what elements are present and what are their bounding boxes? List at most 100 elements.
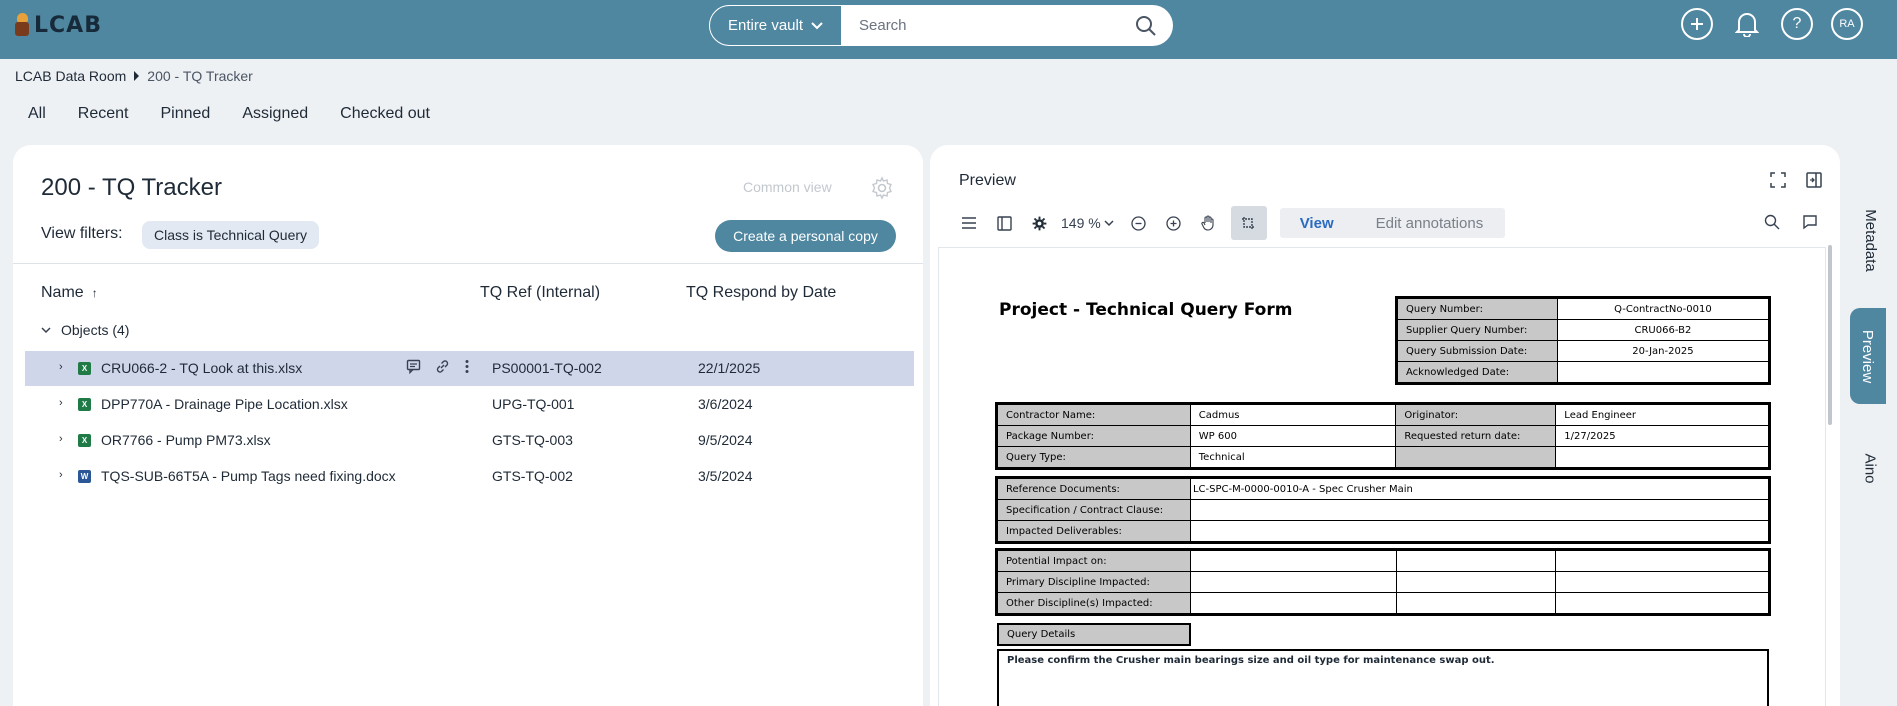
impacts-table: Potential Impact on: Primary Discipline … xyxy=(995,548,1771,616)
marquee-select-icon[interactable] xyxy=(1230,206,1267,240)
logo-text: LCAB xyxy=(34,12,102,38)
query-number-label: Query Number: xyxy=(1397,298,1558,320)
preview-toolbar: 149 % View Edit annotations xyxy=(956,206,1506,240)
file-name[interactable]: TQS-SUB-66T5A - Pump Tags need fixing.do… xyxy=(101,468,396,484)
chevron-down-icon xyxy=(41,326,51,333)
preview-scrollbar[interactable] xyxy=(1828,245,1832,425)
column-header-ref[interactable]: TQ Ref (Internal) xyxy=(480,284,600,302)
query-number-value: Q-ContractNo-0010 xyxy=(1556,298,1770,320)
tq-date: 22/1/2025 xyxy=(698,360,761,376)
tq-ref: PS00001-TQ-002 xyxy=(492,360,602,376)
divider xyxy=(13,263,923,264)
vault-scope-select[interactable]: Entire vault xyxy=(709,5,842,46)
chevron-right-icon[interactable]: › xyxy=(59,469,63,481)
zoom-in-icon[interactable] xyxy=(1161,210,1187,236)
create-personal-copy-button[interactable]: Create a personal copy xyxy=(715,220,896,252)
top-actions: ? RA xyxy=(1681,8,1897,40)
pop-out-icon[interactable] xyxy=(1806,172,1822,188)
table-row[interactable]: › X DPP770A - Drainage Pipe Location.xls… xyxy=(25,387,914,422)
more-options-icon[interactable] xyxy=(464,359,470,374)
top-bar: LCAB Entire vault Search ? RA xyxy=(0,0,1897,59)
chevron-right-icon[interactable]: › xyxy=(59,397,63,409)
avatar[interactable]: RA xyxy=(1831,8,1863,40)
file-name[interactable]: OR7766 - Pump PM73.xlsx xyxy=(101,432,271,448)
zoom-value: 149 % xyxy=(1061,215,1101,231)
bell-icon[interactable] xyxy=(1731,8,1763,40)
view-filters-label: View filters: xyxy=(41,225,123,242)
requested-return-date-value: 1/27/2025 xyxy=(1555,425,1769,447)
group-label: Objects (4) xyxy=(61,322,130,338)
form-title: Project - Technical Query Form xyxy=(999,300,1293,320)
tab-all[interactable]: All xyxy=(28,105,46,123)
contractor-name-label: Contractor Name: xyxy=(997,404,1191,426)
lcab-logo[interactable]: LCAB xyxy=(12,12,102,38)
potential-impact-label: Potential Impact on: xyxy=(997,550,1191,572)
table-row[interactable]: › X OR7766 - Pump PM73.xlsx GTS-TQ-003 9… xyxy=(25,423,914,458)
side-tab-preview[interactable]: Preview xyxy=(1850,308,1886,404)
zoom-select[interactable]: 149 % xyxy=(1061,215,1114,231)
primary-discipline-label: Primary Discipline Impacted: xyxy=(997,571,1191,593)
reference-documents-value: LC-SPC-M-0000-0010-A - Spec Crusher Main xyxy=(1189,478,1770,500)
tq-date: 9/5/2024 xyxy=(698,432,753,448)
document-preview[interactable]: Project - Technical Query Form Query Num… xyxy=(938,247,1826,706)
tab-recent[interactable]: Recent xyxy=(78,105,129,123)
tab-assigned[interactable]: Assigned xyxy=(242,105,308,123)
breadcrumb-current: 200 - TQ Tracker xyxy=(147,68,253,84)
gear-icon[interactable] xyxy=(870,176,894,200)
edit-annotations-button[interactable]: Edit annotations xyxy=(1354,208,1506,238)
menu-icon[interactable] xyxy=(956,210,982,236)
chevron-right-icon[interactable]: › xyxy=(59,433,63,445)
filter-chip[interactable]: Class is Technical Query xyxy=(142,221,320,249)
originator-label: Originator: xyxy=(1395,404,1557,426)
acknowledged-date-value xyxy=(1556,361,1770,383)
tab-checked-out[interactable]: Checked out xyxy=(340,105,430,123)
view-mode-button[interactable]: View xyxy=(1280,208,1354,238)
file-name[interactable]: DPP770A - Drainage Pipe Location.xlsx xyxy=(101,396,348,412)
search-placeholder: Search xyxy=(859,17,907,34)
column-header-date[interactable]: TQ Respond by Date xyxy=(686,284,836,302)
group-objects[interactable]: Objects (4) xyxy=(41,322,129,338)
query-type-label: Query Type: xyxy=(997,446,1191,468)
row-actions xyxy=(406,359,470,374)
tq-date: 3/6/2024 xyxy=(698,396,753,412)
side-tab-metadata-label: Metadata xyxy=(1861,208,1879,272)
table-row[interactable]: › W TQS-SUB-66T5A - Pump Tags need fixin… xyxy=(25,459,914,494)
search-icon[interactable] xyxy=(1764,214,1780,230)
chevron-down-icon xyxy=(1104,219,1114,226)
tab-pinned[interactable]: Pinned xyxy=(160,105,210,123)
file-name[interactable]: CRU066-2 - TQ Look at this.xlsx xyxy=(101,360,302,376)
fullscreen-icon[interactable] xyxy=(1770,172,1786,188)
contractor-table: Contractor Name: Cadmus Originator: Lead En… xyxy=(995,402,1771,470)
impacted-deliverables-value xyxy=(1189,520,1770,542)
zoom-out-icon[interactable] xyxy=(1126,210,1152,236)
sort-ascending-icon: ↑ xyxy=(91,286,98,300)
mode-toggle: View Edit annotations xyxy=(1279,208,1506,238)
search-icon[interactable] xyxy=(1135,15,1157,37)
chevron-right-icon[interactable]: › xyxy=(59,361,63,373)
help-icon[interactable]: ? xyxy=(1781,8,1813,40)
package-number-value: WP 600 xyxy=(1189,425,1397,447)
references-table: Reference Documents: LC-SPC-M-0000-0010-A… xyxy=(995,476,1771,544)
pan-hand-icon[interactable] xyxy=(1196,210,1222,236)
acknowledged-date-label: Acknowledged Date: xyxy=(1397,361,1558,383)
comment-icon[interactable] xyxy=(406,359,421,374)
vault-scope-label: Entire vault xyxy=(727,17,804,34)
view-title: 200 - TQ Tracker xyxy=(41,174,222,201)
side-tab-metadata[interactable]: Metadata xyxy=(1852,198,1888,282)
search-input[interactable]: Search xyxy=(842,5,1173,46)
side-tab-preview-label: Preview xyxy=(1859,329,1877,383)
package-number-label: Package Number: xyxy=(997,425,1191,447)
link-icon[interactable] xyxy=(435,359,450,374)
listing-panel: 200 - TQ Tracker Common view View filter… xyxy=(13,145,923,706)
comment-icon[interactable] xyxy=(1802,214,1818,230)
breadcrumb-root[interactable]: LCAB Data Room xyxy=(15,68,126,84)
column-header-name[interactable]: Name ↑ xyxy=(41,284,98,302)
sidebar-toggle-icon[interactable] xyxy=(991,210,1017,236)
excel-file-icon: X xyxy=(78,398,91,411)
table-row[interactable]: › X CRU066-2 - TQ Look at this.xlsx PS00… xyxy=(25,351,914,386)
preview-title: Preview xyxy=(959,172,1016,189)
side-tab-aino[interactable]: Aino xyxy=(1852,442,1888,494)
plus-circle-icon[interactable] xyxy=(1681,8,1713,40)
reference-documents-label: Reference Documents: xyxy=(997,478,1191,500)
settings-icon[interactable] xyxy=(1026,210,1052,236)
